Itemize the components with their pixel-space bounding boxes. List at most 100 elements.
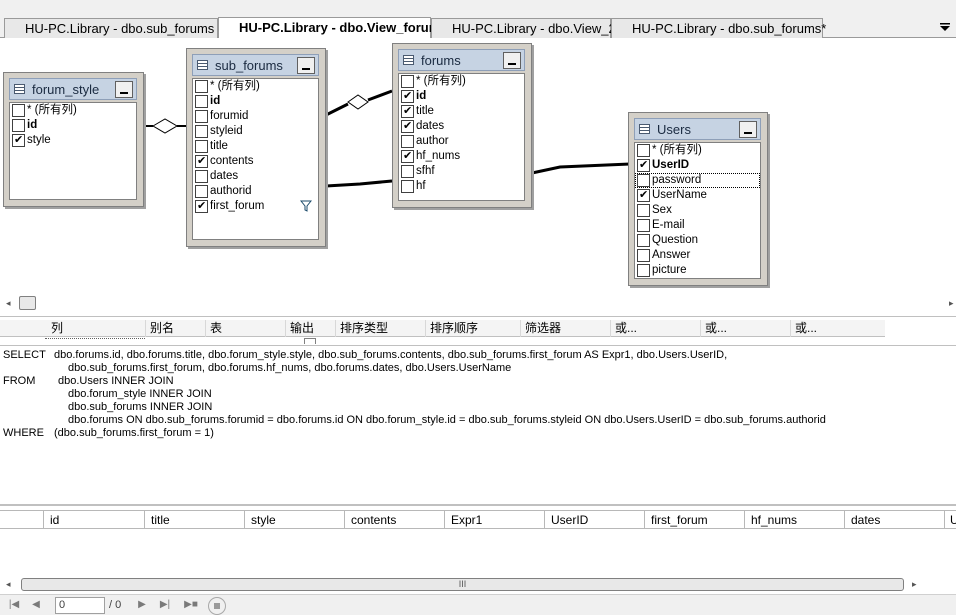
checked-checkbox[interactable] [401, 149, 414, 164]
criteria-pane[interactable]: 列 别名 表 输出 排序类型 排序顺序 筛选器 或... 或... 或... [0, 316, 956, 344]
column-row[interactable]: * (所有列) [399, 74, 524, 89]
result-column-header[interactable]: style [244, 511, 344, 529]
checked-checkbox[interactable] [401, 119, 414, 134]
column-row[interactable]: title [399, 104, 524, 119]
checkbox[interactable] [195, 125, 208, 138]
minimize-button[interactable] [297, 57, 315, 74]
column-row[interactable]: author [399, 134, 524, 149]
checkbox[interactable] [401, 180, 414, 193]
scroll-right-icon[interactable]: ▸ [949, 298, 954, 309]
column-row[interactable]: title [193, 139, 318, 154]
tab-view-2[interactable]: HU-PC.Library - dbo.View_2* [431, 18, 621, 38]
result-column-header[interactable]: first_forum [644, 511, 744, 529]
column-row[interactable]: hf [399, 179, 524, 194]
column-row[interactable]: id [193, 94, 318, 109]
table-sub-forums[interactable]: sub_forums * (所有列) id forumid styleid title c… [186, 48, 326, 247]
column-row[interactable]: style [10, 133, 136, 148]
checkbox[interactable] [637, 264, 650, 277]
checkbox[interactable] [637, 144, 650, 157]
checkbox[interactable] [401, 135, 414, 148]
results-pane[interactable]: id title style contents Expr1 UserID fir… [0, 504, 956, 578]
scroll-left-icon[interactable]: ◂ [6, 579, 11, 590]
new-record-icon[interactable]: ▶■ [180, 598, 202, 612]
tab-view-forum[interactable]: HU-PC.Library - dbo.View_forum* [218, 17, 445, 38]
table-header[interactable]: forums [398, 49, 525, 71]
checkbox[interactable] [401, 165, 414, 178]
last-record-icon[interactable]: ▶| [157, 598, 173, 612]
column-row[interactable]: dates [399, 119, 524, 134]
column-row[interactable]: E-mail [635, 218, 760, 233]
minimize-button[interactable] [115, 81, 133, 98]
column-row[interactable]: Sex [635, 203, 760, 218]
column-row[interactable]: * (所有列) [193, 79, 318, 94]
table-forums[interactable]: forums * (所有列) id title dates author hf_numss… [392, 43, 532, 208]
checkbox[interactable] [195, 80, 208, 93]
checkbox[interactable] [12, 119, 25, 132]
diagram-pane[interactable]: forum_style * (所有列) id style sub_forums * … [0, 39, 956, 293]
result-column-header[interactable]: contents [344, 511, 444, 529]
checked-checkbox[interactable] [195, 199, 208, 214]
next-record-icon[interactable]: ▶ [134, 598, 150, 612]
checkbox[interactable] [637, 234, 650, 247]
checkbox[interactable] [195, 95, 208, 108]
column-row[interactable]: Question [635, 233, 760, 248]
record-number-input[interactable]: 0 [55, 597, 105, 614]
checkbox[interactable] [195, 170, 208, 183]
checkbox[interactable] [637, 249, 650, 262]
column-row[interactable]: forumid [193, 109, 318, 124]
column-row[interactable]: password [635, 173, 760, 188]
result-column-header[interactable]: Expr1 [444, 511, 544, 529]
scroll-right-icon[interactable]: ▸ [912, 579, 917, 590]
result-column-header[interactable]: U [944, 511, 956, 529]
minimize-button[interactable] [739, 121, 757, 138]
checkbox[interactable] [637, 174, 650, 187]
checked-checkbox[interactable] [12, 133, 25, 148]
diagram-horizontal-scrollbar[interactable]: ◂ ▸ [0, 293, 956, 313]
checkbox[interactable] [401, 75, 414, 88]
checkbox[interactable] [195, 140, 208, 153]
first-record-icon[interactable]: |◀ [6, 598, 22, 612]
stop-icon[interactable] [208, 597, 226, 615]
column-row[interactable]: first_forum [193, 199, 318, 214]
criteria-first-row[interactable] [0, 338, 885, 344]
checkbox[interactable] [637, 219, 650, 232]
result-column-header[interactable]: title [144, 511, 244, 529]
checkbox[interactable] [195, 110, 208, 123]
sql-pane[interactable]: SELECT dbo.forums.id, dbo.forums.title, … [0, 345, 956, 503]
column-row[interactable]: styleid [193, 124, 318, 139]
results-scroll-thumb[interactable]: III [21, 578, 904, 591]
column-row[interactable]: UserID [635, 158, 760, 173]
column-row[interactable]: UserName [635, 188, 760, 203]
column-row[interactable]: sfhf [399, 164, 524, 179]
checkbox[interactable] [637, 204, 650, 217]
previous-record-icon[interactable]: ◀ [28, 598, 44, 612]
result-column-header[interactable]: dates [844, 511, 944, 529]
checked-checkbox[interactable] [195, 154, 208, 169]
checked-checkbox[interactable] [637, 188, 650, 203]
column-row[interactable]: picture [635, 263, 760, 278]
column-row[interactable]: Answer [635, 248, 760, 263]
column-row[interactable]: contents [193, 154, 318, 169]
checkbox[interactable] [12, 104, 25, 117]
column-row[interactable]: id [399, 89, 524, 104]
checked-checkbox[interactable] [637, 158, 650, 173]
minimize-button[interactable] [503, 52, 521, 69]
scroll-left-icon[interactable]: ◂ [6, 298, 11, 309]
tab-list-dropdown-icon[interactable] [938, 20, 952, 34]
result-column-header[interactable]: id [43, 511, 144, 529]
result-column-header[interactable]: UserID [544, 511, 644, 529]
checked-checkbox[interactable] [401, 89, 414, 104]
tab-sub-forums[interactable]: HU-PC.Library - dbo.sub_forums [4, 18, 218, 38]
column-row[interactable]: id [10, 118, 136, 133]
table-header[interactable]: sub_forums [192, 54, 319, 76]
column-row[interactable]: authorid [193, 184, 318, 199]
tab-sub-forums-modified[interactable]: HU-PC.Library - dbo.sub_forums* [611, 18, 826, 38]
checked-checkbox[interactable] [401, 104, 414, 119]
checkbox[interactable] [195, 185, 208, 198]
column-row[interactable]: * (所有列) [635, 143, 760, 158]
column-row[interactable]: * (所有列) [10, 103, 136, 118]
column-row[interactable]: dates [193, 169, 318, 184]
table-users[interactable]: Users * (所有列) UserID password UserName Sex E-… [628, 112, 768, 286]
table-forum-style[interactable]: forum_style * (所有列) id style [3, 72, 144, 207]
diagram-scroll-thumb[interactable] [19, 296, 36, 310]
